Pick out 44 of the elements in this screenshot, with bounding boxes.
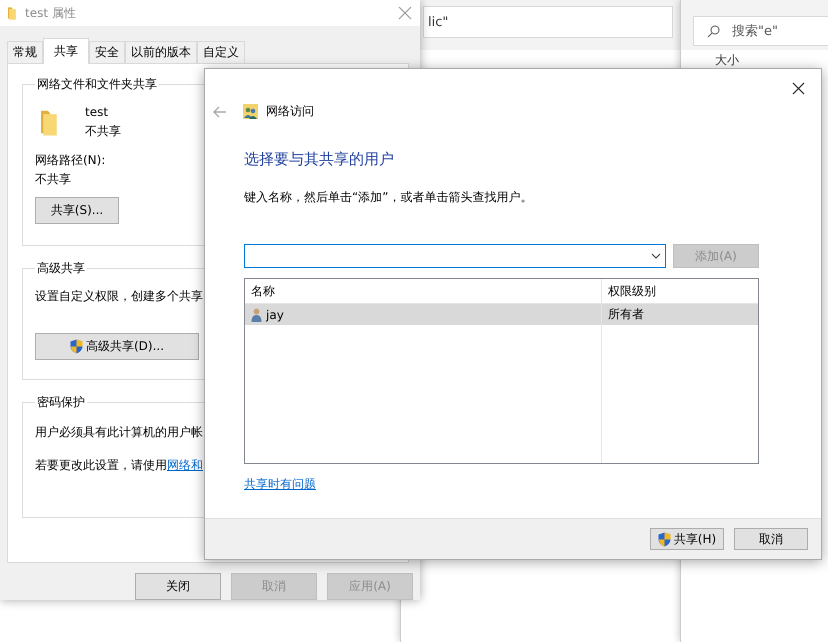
tab[interactable]: 共享 <box>43 38 89 64</box>
dialog-button[interactable]: 共享(H) <box>650 528 724 550</box>
advanced-sharing-button[interactable]: 高级共享(D)... <box>35 333 199 360</box>
note-text: 若要更改此设置，请使用网络和 <box>35 457 203 474</box>
path-value: 不共享 <box>35 171 71 188</box>
tab[interactable]: 以前的版本 <box>125 41 197 63</box>
user-combo-field[interactable] <box>244 244 666 268</box>
search-field[interactable]: 搜索"e" <box>693 16 828 46</box>
close-icon <box>398 6 412 20</box>
people-icon <box>243 104 258 119</box>
address-field[interactable]: lic" <box>423 6 673 38</box>
dialog-heading: 选择要与其共享的用户 <box>244 150 395 169</box>
address-text: lic" <box>428 14 448 30</box>
user-icon <box>251 308 262 322</box>
group-title: 高级共享 <box>36 260 86 277</box>
share-status: 不共享 <box>85 123 121 140</box>
group-title: 网络文件和文件夹共享 <box>36 76 158 93</box>
back-arrow-icon[interactable] <box>213 106 227 118</box>
share-button[interactable]: 共享(S)... <box>35 197 119 224</box>
help-link[interactable]: 共享时有问题 <box>244 476 316 493</box>
path-label: 网络路径(N): <box>35 152 106 169</box>
description-text: 设置自定义权限，创建多个共享 <box>35 288 203 305</box>
folder-icon <box>8 6 17 20</box>
search-icon <box>707 25 720 38</box>
dialog-title: 网络访问 <box>266 103 314 120</box>
column-header[interactable]: 大小 <box>715 52 828 69</box>
tab[interactable]: 常规 <box>7 41 43 63</box>
tab[interactable]: 安全 <box>89 41 125 63</box>
shield-icon <box>70 339 83 354</box>
folder-name: test <box>85 104 110 121</box>
settings-link[interactable]: 网络和 <box>167 458 203 472</box>
dialog-button[interactable]: 取消 <box>734 528 808 550</box>
dropdown-caret-icon[interactable] <box>651 253 661 259</box>
shield-icon <box>658 532 671 546</box>
instruction-text: 键入名称，然后单击“添加”，或者单击箭头查找用户。 <box>244 189 534 206</box>
description-text: 用户必须具有此计算机的用户帐 <box>35 424 203 441</box>
tab[interactable]: 自定义 <box>197 41 245 63</box>
dialog-button[interactable]: 关闭 <box>135 573 221 600</box>
close-icon <box>792 82 804 94</box>
window-title: test 属性 <box>25 4 77 22</box>
folder-icon <box>41 108 59 136</box>
user-name-cell[interactable]: jay <box>245 304 602 325</box>
permission-cell[interactable]: 所有者 <box>602 304 758 325</box>
group-title: 密码保护 <box>36 394 86 411</box>
